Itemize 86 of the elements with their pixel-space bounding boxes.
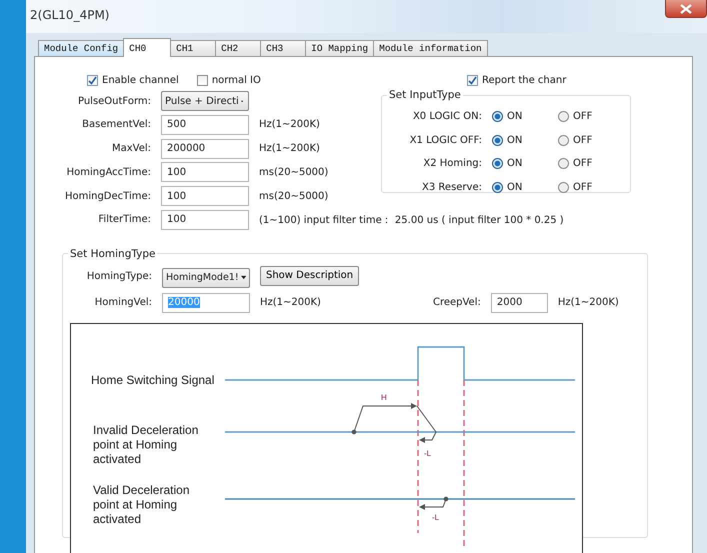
signal-label: activated [93,452,142,466]
distance-label: H [381,392,387,402]
input-field[interactable]: 100 [161,210,249,230]
window-title: 2(GL10_4PM) [30,8,110,22]
close-icon [679,4,693,14]
radio-button[interactable] [492,158,503,170]
field-label: PulseOutForm: [76,96,151,106]
tab[interactable]: CH2 [215,40,262,56]
input-field[interactable]: 100 [161,186,249,206]
signal-label: Home Switching Signal [91,372,214,387]
tab[interactable]: IO Mapping [305,40,374,56]
tab[interactable]: CH3 [260,40,306,56]
signal-label: Invalid Deceleration [93,422,198,437]
checkbox-label: normal IO [212,74,261,86]
unit-text: (1~100) input filter time： 25.00 us ( input filter 100 * 0.25 ) [259,214,564,227]
show-description-button[interactable]: Show Description [260,266,360,286]
checkbox[interactable]: Enable channel [87,74,179,86]
radio-label: ON [507,182,522,193]
field-label: HomingVel: [94,297,152,308]
radio-label: OFF [573,111,592,122]
input-label: X0 LOGIC ON: [412,111,482,122]
field-label: HomingAccTime: [66,166,151,178]
tab[interactable]: Module information [373,40,488,56]
signal-label: activated [93,512,142,526]
radio-button[interactable] [492,111,503,122]
radio-button[interactable] [558,158,569,170]
field-label: FilterTime: [97,214,151,226]
dropdown[interactable]: Pulse + Directi [161,91,249,111]
group-title: Set InputType [388,89,462,101]
checkbox-label: Enable channel [102,74,179,86]
radio-button[interactable] [492,182,503,193]
radio-label: ON [507,158,522,170]
field-label: BasementVel: [81,119,151,130]
dropdown[interactable]: HomingMode1! [162,268,250,288]
checkbox-box[interactable] [87,74,98,86]
input-label: X2 Homing: [422,158,482,170]
input-field[interactable]: 2000 [490,292,548,313]
radio-option[interactable]: ON [492,134,558,146]
radio-option[interactable]: ON [492,158,558,170]
radio-option[interactable]: OFF [558,111,624,122]
radio-option[interactable]: OFF [558,182,624,193]
input-field[interactable]: 200000 [161,138,249,159]
input-label: X3 Reserve: [421,182,482,193]
radio-label: OFF [573,182,592,193]
field-label: HomingType: [86,270,152,282]
tab[interactable]: Module Config [38,40,124,56]
motion-arrow [419,496,448,510]
distance-label: -L [424,448,432,458]
distance-label: -L [432,512,440,522]
tab[interactable]: CH1 [170,40,216,56]
checkbox-label: Report the chanr [482,74,566,86]
signal-label: point at Homing [93,437,178,452]
signal-label: Valid Deceleration [93,482,190,497]
radio-button[interactable] [558,182,569,193]
field-label: CreepVel: [432,297,481,308]
unit-text: ms(20~5000) [259,166,330,178]
field-label: MaxVel: [110,143,151,154]
input-label: X1 LOGIC OFF: [408,134,482,146]
radio-button[interactable] [558,134,569,146]
radio-button[interactable] [558,111,569,122]
checkbox[interactable]: Report the chanr [467,71,641,89]
unit-text: Hz(1~200K) [259,143,321,154]
radio-option[interactable]: ON [492,111,558,122]
radio-label: OFF [573,158,592,170]
radio-label: ON [507,134,522,146]
radio-option[interactable]: OFF [558,158,624,170]
checkbox[interactable]: normal IO [196,74,261,86]
radio-label: ON [507,111,522,122]
radio-option[interactable]: ON [492,182,558,193]
radio-option[interactable]: OFF [558,134,624,146]
radio-button[interactable] [492,134,503,146]
group-title: Set HomingType [69,248,156,260]
unit-text: Hz(1~200K) [259,119,321,130]
checkbox-box[interactable] [196,74,208,86]
close-button[interactable] [665,0,707,18]
unit-text: ms(20~5000) [259,190,330,202]
input-field[interactable]: 100 [161,162,249,182]
input-field[interactable]: 500 [161,114,249,135]
unit-text: Hz(1~200K) [260,297,321,308]
checkbox-box[interactable] [467,74,478,86]
signal-label: point at Homing [93,497,178,512]
caret-icon [240,275,246,280]
tab[interactable]: CH0 [123,38,172,57]
radio-label: OFF [573,134,592,146]
unit-text: Hz(1~200K) [558,297,619,308]
field-label: HomingDecTime: [64,190,151,202]
